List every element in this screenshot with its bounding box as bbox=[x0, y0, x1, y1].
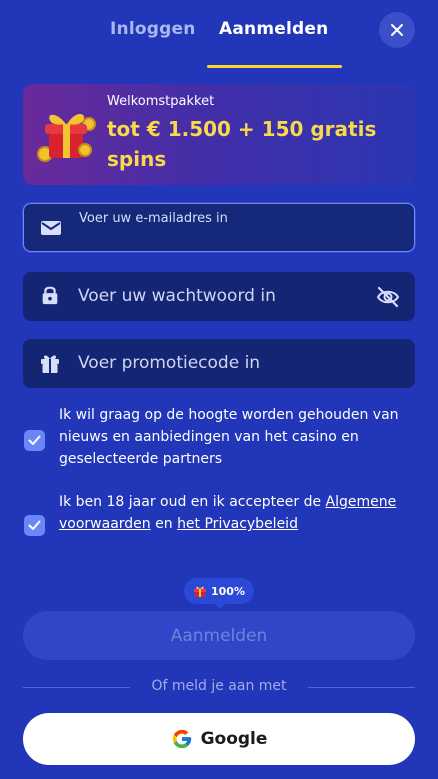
mail-icon bbox=[41, 221, 61, 235]
bonus-progress-badge: 100% bbox=[184, 578, 254, 609]
lock-icon bbox=[42, 286, 58, 305]
password-placeholder: Voer uw wachtwoord in bbox=[78, 286, 276, 306]
password-field[interactable]: Voer uw wachtwoord in bbox=[23, 272, 415, 321]
tab-login[interactable]: Inloggen bbox=[110, 19, 196, 39]
divider-text: Of meld je aan met bbox=[151, 678, 287, 694]
bonus-progress-value: 100% bbox=[211, 584, 245, 598]
newsletter-checkbox[interactable] bbox=[24, 430, 45, 451]
email-field[interactable]: Voer uw e-mailadres in bbox=[23, 203, 415, 252]
close-button[interactable] bbox=[379, 12, 415, 48]
welcome-promo-banner: Welkomstpakket tot € 1.500 + 150 gratis … bbox=[23, 84, 415, 185]
promo-offer: tot € 1.500 + 150 gratis spins bbox=[107, 117, 377, 171]
gift-icon bbox=[41, 355, 59, 373]
tab-register[interactable]: Aanmelden bbox=[219, 19, 328, 39]
promo-code-placeholder: Voer promotiecode in bbox=[78, 353, 261, 373]
check-icon bbox=[28, 435, 41, 445]
google-icon bbox=[172, 729, 191, 749]
active-tab-indicator bbox=[207, 65, 342, 68]
google-signup-button[interactable]: Google bbox=[23, 713, 415, 765]
gift-icon bbox=[194, 586, 206, 597]
gift-icon bbox=[37, 113, 96, 162]
privacy-link[interactable]: het Privacybeleid bbox=[177, 516, 298, 532]
eye-off-icon[interactable] bbox=[375, 284, 401, 310]
terms-consent-text: Ik ben 18 jaar oud en ik accepteer de Al… bbox=[59, 491, 404, 535]
check-icon bbox=[28, 520, 41, 530]
terms-checkbox[interactable] bbox=[24, 515, 45, 536]
promo-label: Welkomstpakket bbox=[107, 94, 215, 109]
social-divider: Of meld je aan met bbox=[23, 678, 415, 696]
google-label: Google bbox=[200, 729, 268, 749]
promo-code-field[interactable]: Voer promotiecode in bbox=[23, 339, 415, 388]
divider-line-right bbox=[308, 687, 415, 688]
register-submit-button[interactable]: Aanmelden bbox=[23, 611, 415, 660]
close-icon bbox=[391, 24, 403, 36]
terms-prefix: Ik ben 18 jaar oud en ik accepteer de bbox=[59, 494, 326, 510]
email-placeholder: Voer uw e-mailadres in bbox=[79, 211, 228, 226]
terms-and: en bbox=[150, 516, 178, 532]
auth-tabs: Inloggen Aanmelden bbox=[0, 0, 438, 68]
newsletter-consent-text: Ik wil graag op de hoogte worden gehoude… bbox=[59, 407, 399, 467]
